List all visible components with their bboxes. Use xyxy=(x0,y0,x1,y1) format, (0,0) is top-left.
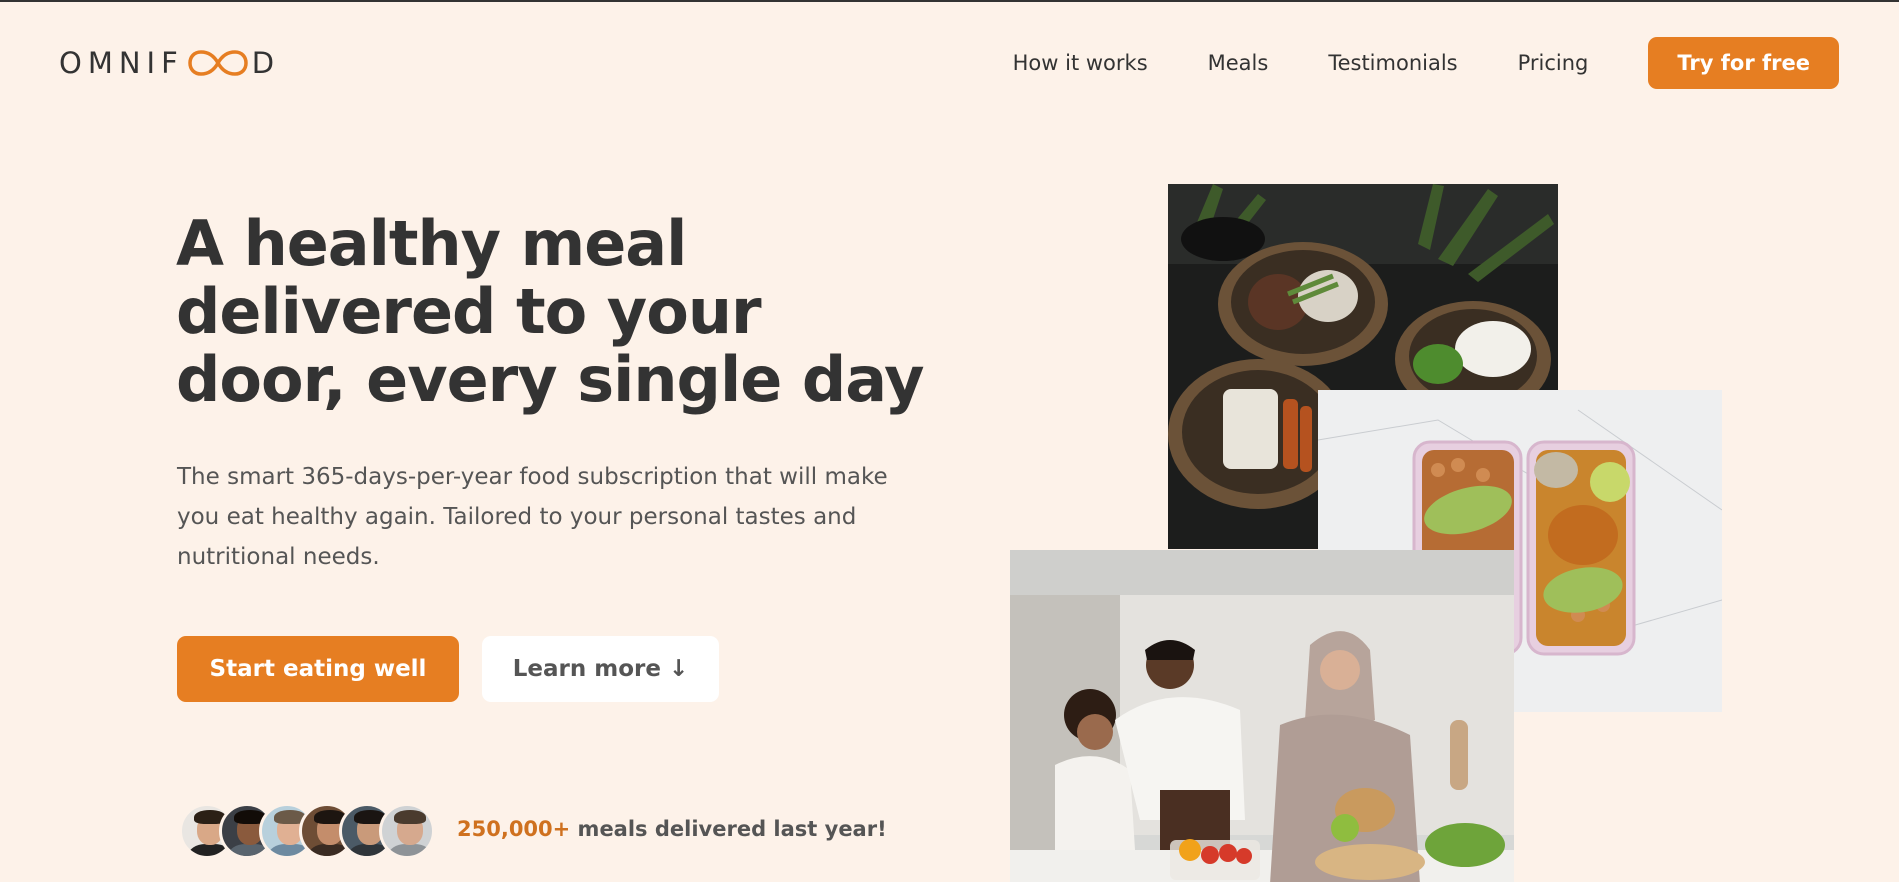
delivered-label: meals delivered last year! xyxy=(570,817,887,841)
hero-description: The smart 365-days-per-year food subscri… xyxy=(177,464,888,570)
nav-testimonials[interactable]: Testimonials xyxy=(1328,51,1457,75)
main-nav: How it works Meals Testimonials Pricing … xyxy=(1013,37,1839,89)
nav-how-it-works[interactable]: How it works xyxy=(1013,51,1148,75)
hero-headline: A healthy meal delivered to your door, e… xyxy=(176,207,925,416)
hero-image-family xyxy=(1010,550,1514,882)
logo-text-right: D xyxy=(251,46,281,80)
logo[interactable]: OMNIF D xyxy=(59,46,280,80)
customer-avatars xyxy=(179,803,435,859)
page: OMNIF D How it works Meals Testimonials … xyxy=(0,0,1899,882)
nav-pricing[interactable]: Pricing xyxy=(1518,51,1589,75)
logo-text-left: OMNIF xyxy=(59,46,184,80)
infinity-logo-icon xyxy=(188,50,248,76)
delivered-meals-text: 250,000+ meals delivered last year! xyxy=(457,817,887,841)
avatar xyxy=(379,803,435,859)
nav-meals[interactable]: Meals xyxy=(1208,51,1269,75)
try-for-free-button[interactable]: Try for free xyxy=(1648,37,1839,89)
delivered-count: 250,000+ xyxy=(457,817,571,841)
start-eating-well-button[interactable]: Start eating well xyxy=(177,636,459,702)
learn-more-button[interactable]: Learn more ↓ xyxy=(482,636,719,702)
